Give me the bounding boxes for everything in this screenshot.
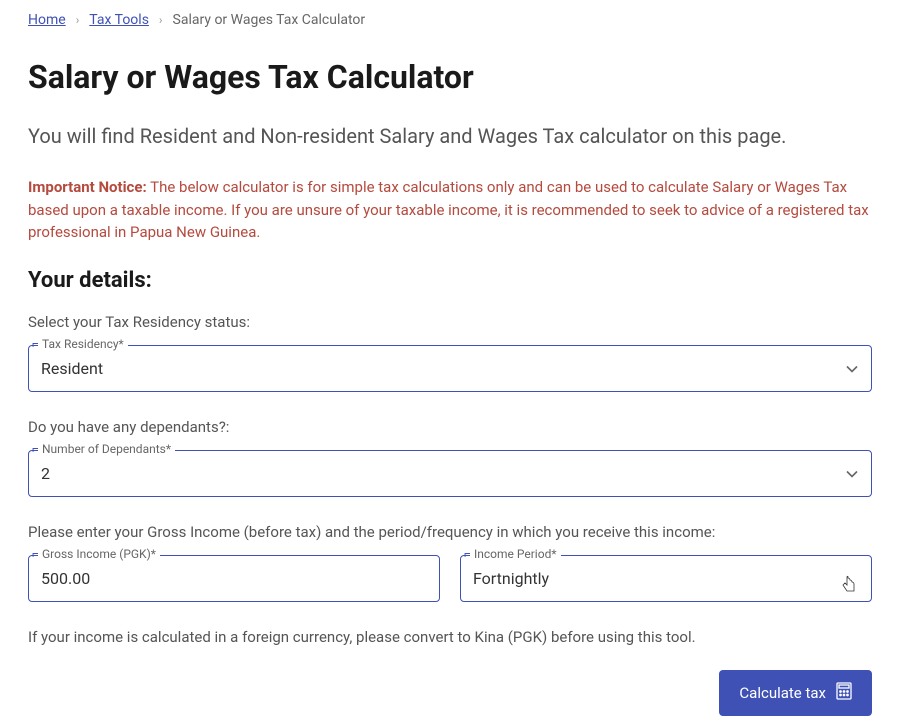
calculator-icon [836, 682, 852, 704]
residency-field: ⌐ Tax Residency* Resident [28, 345, 872, 392]
notice-text: The below calculator is for simple tax c… [28, 178, 869, 241]
dependants-select[interactable]: 2 [28, 450, 872, 497]
breadcrumb-current: Salary or Wages Tax Calculator [173, 12, 366, 28]
income-period-field: ⌐ Income Period* Fortnightly [460, 555, 872, 602]
gross-income-input[interactable] [28, 555, 440, 602]
chevron-right-icon: › [76, 13, 80, 27]
breadcrumb-home[interactable]: Home [28, 12, 66, 28]
calculate-tax-button[interactable]: Calculate tax [719, 670, 872, 716]
residency-select[interactable]: Resident [28, 345, 872, 392]
dependants-field: ⌐ Number of Dependants* 2 [28, 450, 872, 497]
gross-income-label: Gross Income (PGK)* [38, 547, 160, 561]
income-intro: Please enter your Gross Income (before t… [28, 523, 872, 541]
income-row: ⌐ Gross Income (PGK)* ⌐ Income Period* F… [28, 555, 872, 602]
button-row: Calculate tax [28, 670, 872, 716]
residency-description: Select your Tax Residency status: [28, 313, 872, 331]
chevron-right-icon: › [159, 13, 163, 27]
breadcrumb: Home › Tax Tools › Salary or Wages Tax C… [28, 12, 872, 28]
dependants-description: Do you have any dependants?: [28, 418, 872, 436]
page-subtitle: You will find Resident and Non-resident … [28, 124, 872, 148]
important-notice: Important Notice: The below calculator i… [28, 176, 872, 244]
page-title: Salary or Wages Tax Calculator [28, 58, 872, 96]
income-period-select[interactable]: Fortnightly [460, 555, 872, 602]
dependants-label: Number of Dependants* [38, 442, 175, 456]
breadcrumb-tax-tools[interactable]: Tax Tools [89, 12, 149, 28]
currency-note: If your income is calculated in a foreig… [28, 628, 872, 646]
calculate-button-label: Calculate tax [739, 684, 826, 702]
residency-label: Tax Residency* [38, 337, 128, 351]
income-period-label: Income Period* [470, 547, 561, 561]
gross-income-field: ⌐ Gross Income (PGK)* [28, 555, 440, 602]
notice-label: Important Notice: [28, 178, 147, 196]
section-heading: Your details: [28, 268, 872, 293]
